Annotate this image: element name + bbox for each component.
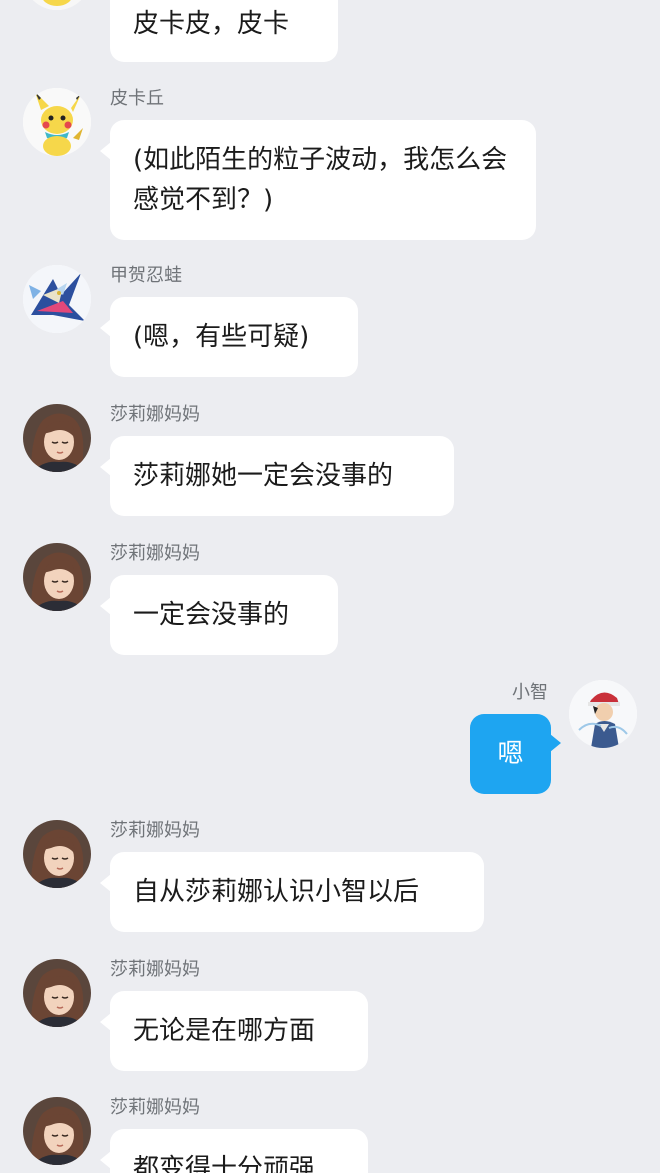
message-text: 莎莉娜她一定会没事的 xyxy=(133,461,394,491)
message-text: 皮卡皮，皮卡 xyxy=(133,9,290,39)
message-text: 嗯 xyxy=(497,739,524,769)
ash-avatar[interactable] xyxy=(569,680,637,748)
message-bubble[interactable]: 嗯 xyxy=(470,714,551,794)
message-bubble[interactable]: 自从莎莉娜认识小智以后 xyxy=(110,852,484,932)
message-bubble[interactable]: 无论是在哪方面 xyxy=(110,991,368,1071)
serena-mom-avatar[interactable] xyxy=(23,820,91,888)
pikachu-avatar[interactable] xyxy=(23,0,91,10)
message-text: 无论是在哪方面 xyxy=(133,1016,316,1046)
message-bubble[interactable]: 都变得十分顽强 xyxy=(110,1129,368,1173)
pikachu-avatar[interactable] xyxy=(23,88,91,156)
serena-mom-avatar[interactable] xyxy=(23,543,91,611)
bubble-tail xyxy=(550,734,561,752)
greninja-avatar[interactable] xyxy=(23,265,91,333)
message-bubble[interactable]: (如此陌生的粒子波动，我怎么会感觉不到？) xyxy=(110,120,536,240)
sender-name: 莎莉娜妈妈 xyxy=(110,404,200,425)
message-bubble[interactable]: 一定会没事的 xyxy=(110,575,338,655)
message-text: (嗯，有些可疑) xyxy=(133,322,310,352)
sender-name: 莎莉娜妈妈 xyxy=(110,820,200,841)
chat-message-list[interactable]: 皮卡皮，皮卡 皮卡丘 (如此陌生的粒子波动，我怎么会感觉不到？) 甲贺忍蛙 (嗯… xyxy=(0,0,660,1173)
sender-name: 皮卡丘 xyxy=(110,88,164,109)
sender-name: 莎莉娜妈妈 xyxy=(110,959,200,980)
sender-name: 莎莉娜妈妈 xyxy=(110,543,200,564)
sender-name: 小智 xyxy=(512,682,548,703)
message-text: 自从莎莉娜认识小智以后 xyxy=(133,877,420,907)
sender-name: 甲贺忍蛙 xyxy=(110,265,182,286)
message-text: 一定会没事的 xyxy=(133,600,290,630)
serena-mom-avatar[interactable] xyxy=(23,959,91,1027)
sender-name: 莎莉娜妈妈 xyxy=(110,1097,200,1118)
message-bubble[interactable]: 皮卡皮，皮卡 xyxy=(110,0,338,62)
message-text: (如此陌生的粒子波动，我怎么会感觉不到？) xyxy=(133,145,508,215)
serena-mom-avatar[interactable] xyxy=(23,1097,91,1165)
serena-mom-avatar[interactable] xyxy=(23,404,91,472)
message-bubble[interactable]: 莎莉娜她一定会没事的 xyxy=(110,436,454,516)
message-text: 都变得十分顽强 xyxy=(133,1154,316,1173)
message-bubble[interactable]: (嗯，有些可疑) xyxy=(110,297,358,377)
